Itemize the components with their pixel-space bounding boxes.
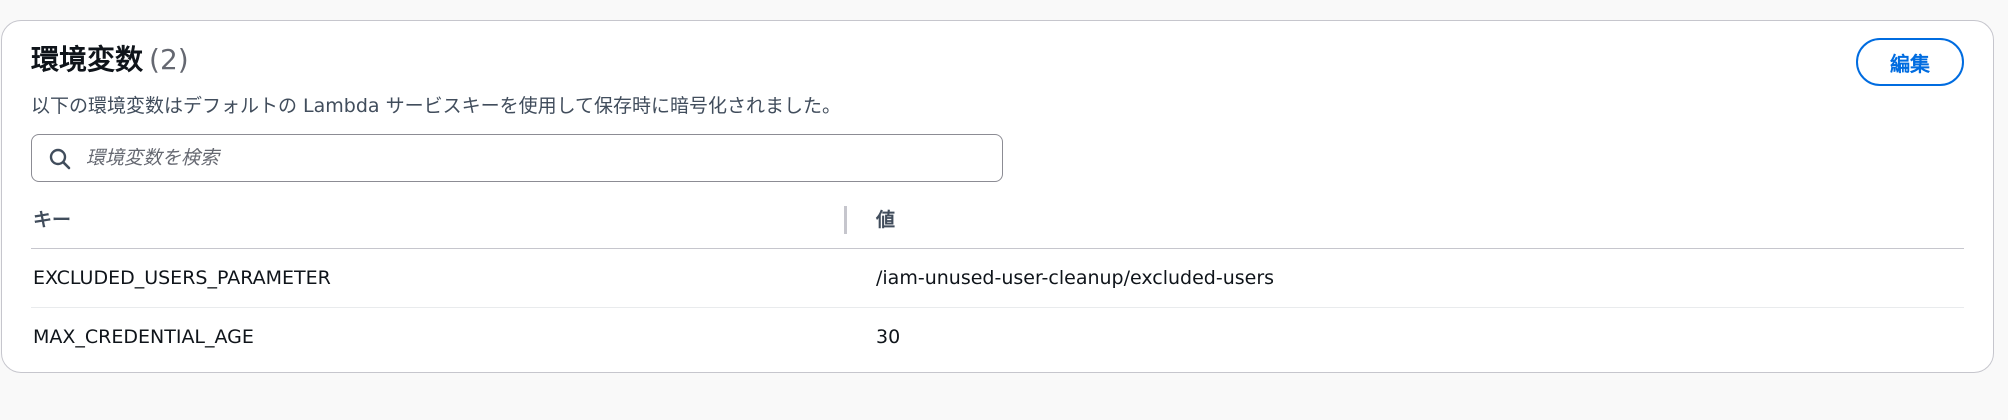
variable-value: 30 [876,326,901,348]
column-resize-handle[interactable] [844,206,847,234]
variable-key: EXCLUDED_USERS_PARAMETER [33,267,331,289]
table-header: キー 値 [31,200,1964,249]
table-row: EXCLUDED_USERS_PARAMETER /iam-unused-use… [31,249,1964,308]
column-header-value[interactable]: 値 [876,200,895,240]
variable-count: (2) [149,43,189,76]
environment-variables-table: キー 値 EXCLUDED_USERS_PARAMETER /iam-unuse… [31,200,1964,366]
variable-value: /iam-unused-user-cleanup/excluded-users [876,267,1275,289]
section-description: 以下の環境変数はデフォルトの Lambda サービスキーを使用して保存時に暗号化… [31,95,842,117]
column-header-key[interactable]: キー [33,200,71,240]
edit-button[interactable]: 編集 [1856,38,1964,86]
table-row: MAX_CREDENTIAL_AGE 30 [31,308,1964,366]
search-box[interactable] [31,134,1003,182]
search-icon [48,147,72,171]
section-title: 環境変数 (2) [31,40,189,80]
search-input[interactable] [86,135,986,181]
variable-key: MAX_CREDENTIAL_AGE [33,326,254,348]
section-title-text: 環境変数 [31,43,144,76]
